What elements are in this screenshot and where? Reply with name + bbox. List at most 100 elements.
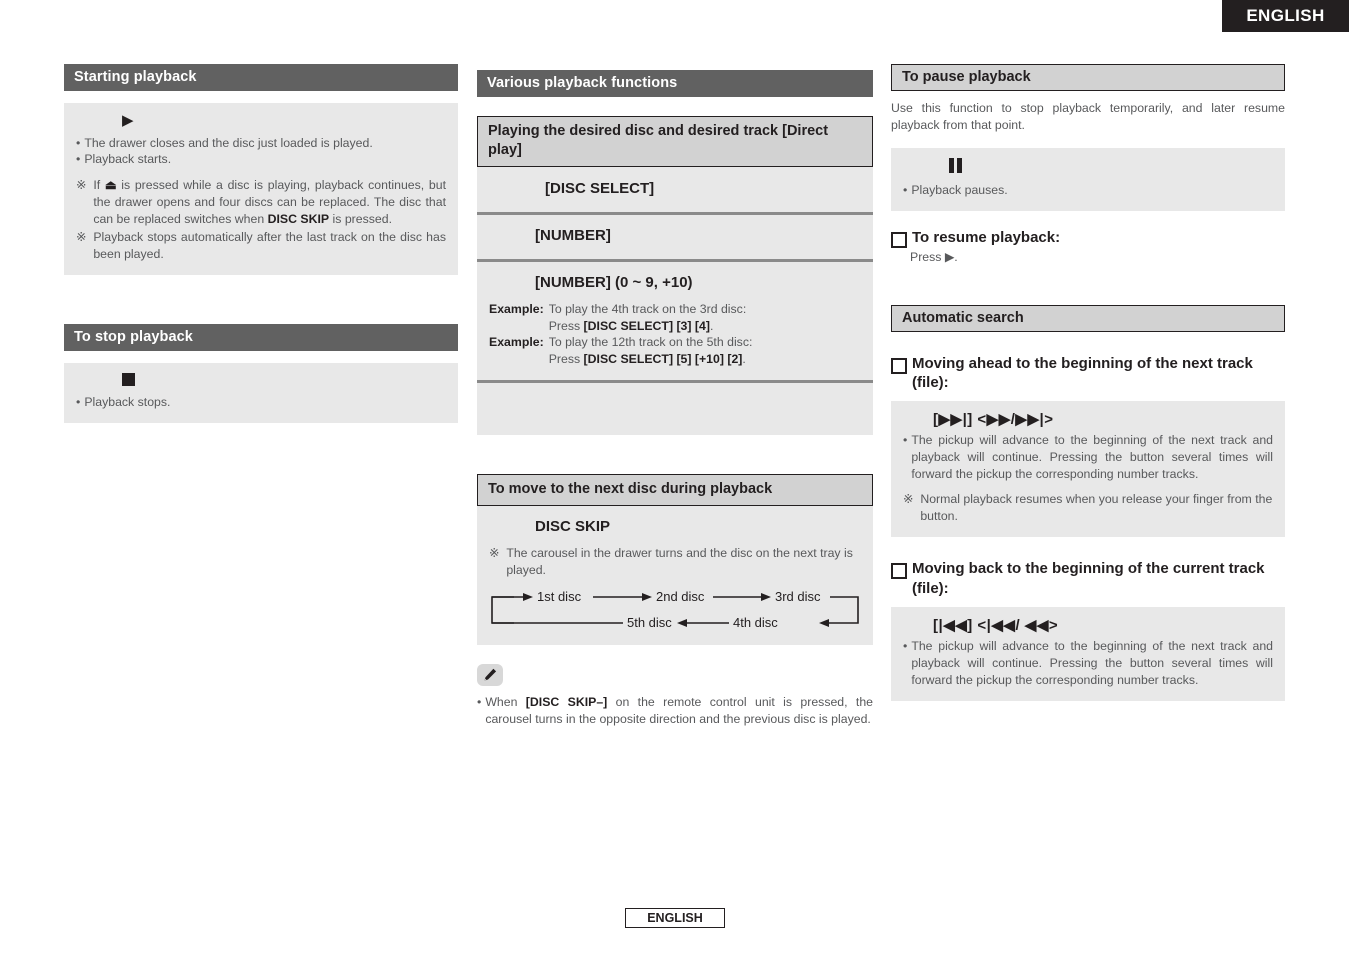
subhead-label: Playing the desired disc and desired tra… [488,123,829,159]
carousel-label-2nd: 2nd disc [656,588,705,604]
resume-instruction: Press ▶. [910,249,958,264]
section-banner-various-playback: Various playback functions [477,70,873,97]
key-label-next-track: [▶▶|] <▶▶/▶▶|> [933,410,1054,428]
carousel-label-4th: 4th disc [733,614,778,630]
note-item: ※ Normal playback resumes when you relea… [903,491,1273,525]
bullet-dot: • [903,638,908,653]
note-mark-icon: ※ [903,492,914,507]
example-label: Example: [489,302,544,317]
section-banner-label: Various playback functions [487,75,678,91]
note-mark-icon: ※ [76,229,87,244]
example-row: Example: To play the 4th track on the 3r… [489,301,861,334]
bullet-dot: • [903,182,908,197]
key-label-disc-skip: DISC SKIP [535,517,611,535]
header-language-tab: ENGLISH [1222,0,1349,32]
panel-current-track: [|◀◀] <|◀◀/ ◀◀> • The pickup will advanc… [891,606,1285,702]
key-label-current-track: [|◀◀] <|◀◀/ ◀◀> [933,616,1059,634]
pause-bars-icon [949,158,962,174]
heading-label: Moving back to the beginning of the curr… [912,560,1265,597]
pause-intro-text: Use this function to stop playback tempo… [891,101,1285,133]
section-banner-starting-playback: Starting playback [64,64,458,91]
pause-symbol [903,158,1273,178]
disc-skip-keyword: DISC SKIP [267,211,330,226]
note-text: Normal playback resumes when you release… [920,492,1273,524]
key-label: [NUMBER] (0 ~ 9, +10) [535,274,693,292]
key-row-number: [NUMBER] [477,215,873,259]
memo-text: When [DISC SKIP–] on the remote control … [485,694,874,726]
heading-moving-back: Moving back to the beginning of the curr… [891,559,1285,597]
disc-skip-minus-keyword: [DISC SKIP–] [525,694,608,709]
subhead-direct-play: Playing the desired disc and desired tra… [477,116,873,168]
play-symbol: ▶ [122,112,134,129]
panel-disc-skip: DISC SKIP ※ The carousel in the drawer t… [477,505,873,645]
key-row-disc-select: [DISC SELECT] [477,167,873,212]
bullet-item: • Playback pauses. [903,182,1273,199]
note-item: ※ Playback stops automatically after the… [76,229,446,263]
bullet-text: The pickup will advance to the beginning… [911,638,1273,688]
bullet-dot: • [76,152,81,167]
column-left: Starting playback ▶ • The drawer closes … [64,64,458,423]
pencil-glyph [484,668,497,681]
checkbox-icon [891,563,907,580]
note-text: The carousel in the drawer turns and the… [506,545,853,577]
carousel-label-3rd: 3rd disc [775,588,821,604]
bullet-item: • Playback stops. [76,394,446,411]
section-banner-label: Starting playback [74,69,197,85]
heading-resume-playback: To resume playback: [891,228,1285,248]
carousel-label-1st: 1st disc [537,588,582,604]
section-banner-pause-playback: To pause playback [891,64,1285,91]
key-row-number-range: [NUMBER] (0 ~ 9, +10) Example: To play t… [477,262,873,379]
bullet-text: Playback pauses. [911,182,1008,197]
bullet-item: • The pickup will advance to the beginni… [903,638,1273,690]
example-row: Example: To play the 12th track on the 5… [489,334,861,367]
note-mark-icon: ※ [76,177,87,192]
footer-language-label: ENGLISH [647,911,703,925]
bullet-text: The pickup will advance to the beginning… [911,432,1273,482]
bullet-text: Playback stops. [84,395,171,410]
note-item: ※ The carousel in the drawer turns and t… [489,545,861,579]
footer-language-tab: ENGLISH [625,908,725,928]
column-right: To pause playback Use this function to s… [891,64,1285,702]
subhead-label: To move to the next disc during playback [488,480,773,497]
example-body: To play the 4th track on the 3rd disc: P… [548,302,747,333]
panel-pause: • Playback pauses. [891,148,1285,211]
memo-pencil-icon [477,663,503,686]
section-banner-stop-playback: To stop playback [64,323,458,351]
section-banner-label: To stop playback [74,328,193,345]
example-body: To play the 12th track on the 5th disc: … [548,335,753,367]
section-banner-label: To pause playback [902,69,1031,85]
bullet-item: • The pickup will advance to the beginni… [903,432,1273,484]
checkbox-icon [891,357,907,374]
example-label: Example: [489,335,544,350]
stop-symbol [76,372,446,391]
carousel-label-5th: 5th disc [627,614,672,630]
eject-symbol: ⏏ [104,177,117,192]
note-text: Playback stops automatically after the l… [93,229,446,261]
bullet-dot: • [477,694,482,709]
header-language-label: ENGLISH [1246,6,1325,25]
bullet-item: • Playback starts. [76,151,446,168]
subhead-next-disc: To move to the next disc during playback [477,473,873,506]
heading-label: To resume playback: [912,228,1061,246]
panel-starting-playback: ▶ • The drawer closes and the disc just … [64,103,458,275]
panel-direct-play: [DISC SELECT] [NUMBER] [NUMBER] (0 ~ 9, … [477,167,873,435]
memo-bullet: • When [DISC SKIP–] on the remote contro… [477,694,873,728]
bullet-dot: • [76,395,81,410]
heading-moving-ahead: Moving ahead to the beginning of the nex… [891,354,1285,392]
bullet-item: • The drawer closes and the disc just lo… [76,135,446,152]
bullet-text: Playback starts. [84,152,172,167]
bullet-text: The drawer closes and the disc just load… [84,135,373,150]
checkbox-icon [891,231,907,248]
stop-square-icon [122,372,135,386]
key-label: [DISC SELECT] [545,180,655,198]
heading-label: Moving ahead to the beginning of the nex… [912,354,1253,391]
key-label: [NUMBER] [535,227,611,245]
note-mark-icon: ※ [489,545,500,560]
section-banner-automatic-search: Automatic search [891,304,1285,332]
bullet-dot: • [76,135,81,150]
disc-carousel-diagram: 1st disc 2nd disc 3rd disc 4th disc 5th … [489,585,861,631]
panel-stop-playback: • Playback stops. [64,362,458,423]
key-row-empty [477,383,873,435]
bullet-dot: • [903,432,908,447]
section-banner-label: Automatic search [902,309,1024,326]
